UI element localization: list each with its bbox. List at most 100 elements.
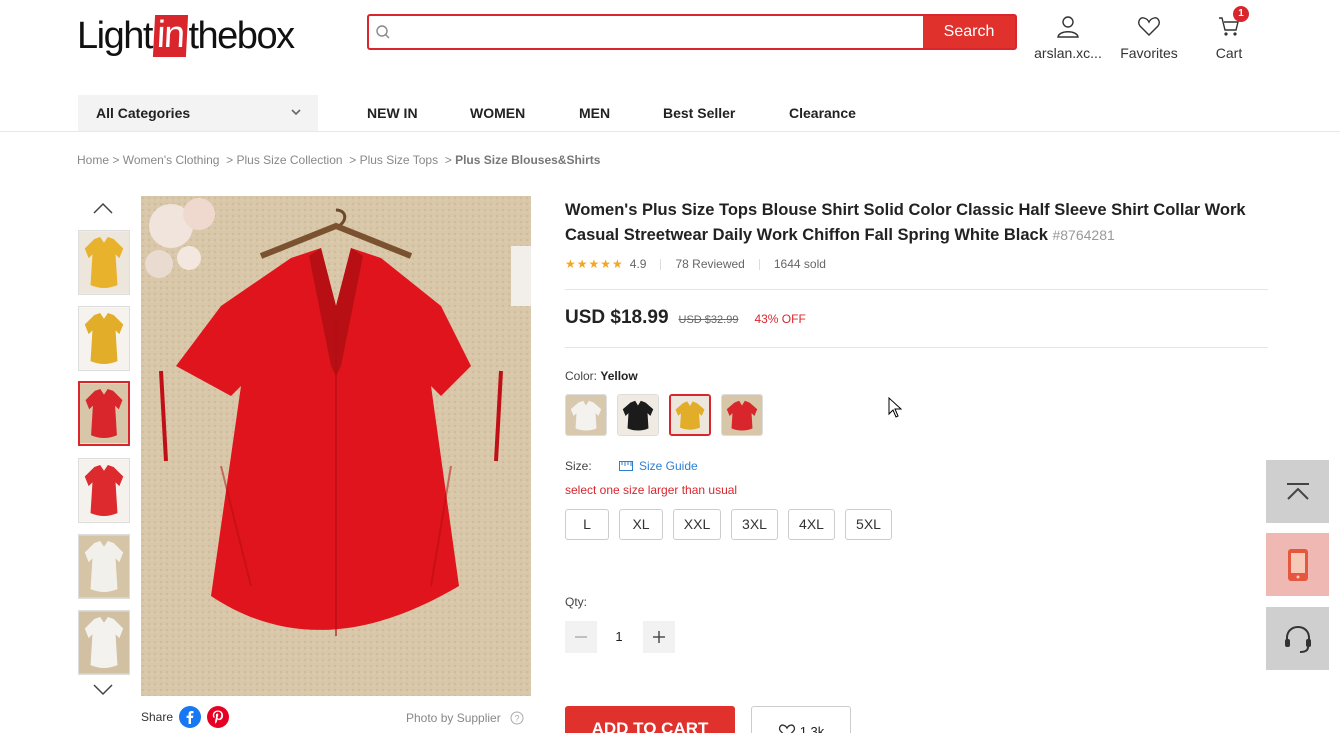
color-swatch-yellow[interactable] [669,394,711,436]
all-categories-label: All Categories [96,105,191,121]
breadcrumb-plus-size-tops[interactable]: Plus Size Tops [360,153,439,167]
all-categories-dropdown[interactable]: All Categories [78,95,318,131]
size-option-xxl[interactable]: XXL [673,509,721,540]
size-option-l[interactable]: L [565,509,609,540]
cart-link[interactable]: 1 Cart [1213,6,1249,61]
color-swatch-black-image [618,395,658,435]
thumbnail-4[interactable] [78,458,130,523]
cart-count-badge: 1 [1233,6,1249,22]
quantity-label: Qty: [565,595,588,609]
breadcrumb: Home > Women's Clothing > Plus Size Coll… [77,153,601,167]
breadcrumb-womens-clothing[interactable]: Women's Clothing [123,153,220,167]
product-sku: #8764281 [1052,227,1115,243]
nav-item-best-seller[interactable]: Best Seller [663,105,735,121]
thumbnail-5-image [79,535,129,598]
size-tip: select one size larger than usual [565,483,738,497]
thumbnail-6[interactable] [78,610,130,675]
favorites-link[interactable]: Favorites [1118,14,1180,61]
color-swatch-red-image [722,395,762,435]
cart-label: Cart [1215,45,1243,61]
color-selected-value: Yellow [600,369,638,383]
photo-by-label: Photo by Supplier [406,711,501,725]
divider [660,258,662,270]
rating-row: ★★★★★ 4.9 78 Reviewed 1644 sold [565,257,826,271]
color-label: Color: Yellow [565,369,638,383]
thumbnail-2[interactable] [78,306,130,371]
search-button[interactable]: Search [923,16,1015,48]
mobile-app-button[interactable] [1266,533,1329,596]
ruler-icon [619,461,633,471]
mouse-cursor-icon [888,397,902,418]
favorites-label: Favorites [1120,45,1178,61]
breadcrumb-plus-size-collection[interactable]: Plus Size Collection [237,153,343,167]
add-to-cart-button[interactable]: ADD TO CART [565,706,735,733]
favorites-count: 1.3k [799,723,825,733]
size-option-5xl[interactable]: 5XL [845,509,892,540]
discount-label: 43% OFF [754,312,806,326]
nav-item-new-in[interactable]: NEW IN [367,105,418,121]
heart-icon [1138,17,1160,36]
add-to-favorites-button[interactable]: 1.3k [751,706,851,733]
size-option-3xl[interactable]: 3XL [731,509,778,540]
photo-by-supplier: Photo by Supplier ? [406,711,524,725]
size-guide-link[interactable]: Size Guide [619,459,698,473]
nav-item-men[interactable]: MEN [579,105,610,121]
facebook-icon[interactable] [179,706,202,728]
logo-text-light: Light [77,14,153,57]
sold-count: 1644 sold [773,257,826,271]
share-label: Share [141,710,174,724]
thumbnail-4-image [79,459,129,522]
quantity-decrease-button[interactable] [565,621,597,653]
current-price: USD $18.99 [565,307,669,328]
svg-text:?: ? [515,714,520,724]
color-swatch-black[interactable] [617,394,659,436]
user-icon [1057,16,1079,38]
site-logo[interactable]: Light in thebox [77,14,295,58]
account-link[interactable]: arslan.xc... [1032,14,1104,61]
breadcrumb-home[interactable]: Home [77,153,109,167]
back-to-top-button[interactable] [1266,460,1329,523]
color-label-text: Color: [565,369,598,383]
pinterest-icon[interactable] [207,706,230,728]
plus-icon [653,631,665,643]
quantity-increase-button[interactable] [643,621,675,653]
arrow-up-icon [1286,482,1309,500]
divider [758,258,760,270]
review-count-link[interactable]: 78 Reviewed [675,257,744,271]
logo-text-thebox: thebox [188,14,295,57]
thumbnail-6-image [79,611,129,674]
size-option-4xl[interactable]: 4XL [788,509,835,540]
thumbnail-1[interactable] [78,230,130,295]
quantity-value[interactable]: 1 [609,629,629,644]
size-option-xl[interactable]: XL [619,509,663,540]
main-product-image[interactable] [141,196,531,696]
customer-service-button[interactable] [1266,607,1329,670]
rating-stars: ★★★★★ [565,257,624,271]
thumbnail-3-image [80,383,128,444]
thumbnail-2-image [79,307,129,370]
main-product-image-graphic [141,196,531,696]
thumb-scroll-up-icon[interactable] [92,201,114,215]
main-nav: All Categories NEW IN WOMEN MEN Best Sel… [0,95,1340,132]
color-swatch-white[interactable] [565,394,607,436]
breadcrumb-current: Plus Size Blouses&Shirts [455,153,601,167]
color-swatch-red[interactable] [721,394,763,436]
product-title: Women's Plus Size Tops Blouse Shirt Soli… [565,198,1275,248]
headset-icon [1284,625,1311,653]
help-icon[interactable]: ? [510,711,524,725]
minus-icon [575,636,587,638]
mobile-phone-icon [1287,548,1308,581]
price-row: USD $18.99 USD $32.99 43% OFF [565,307,806,329]
thumb-scroll-down-icon[interactable] [92,683,114,697]
size-guide-label: Size Guide [639,459,698,473]
thumbnail-3[interactable] [78,381,130,446]
color-swatch-white-image [566,395,606,435]
search-icon [369,16,397,48]
nav-item-clearance[interactable]: Clearance [789,105,856,121]
nav-item-women[interactable]: WOMEN [470,105,525,121]
account-name: arslan.xc... [1034,45,1102,61]
rating-value: 4.9 [629,257,647,271]
color-swatch-yellow-image [671,396,709,434]
thumbnail-5[interactable] [78,534,130,599]
search-input[interactable] [397,16,923,48]
